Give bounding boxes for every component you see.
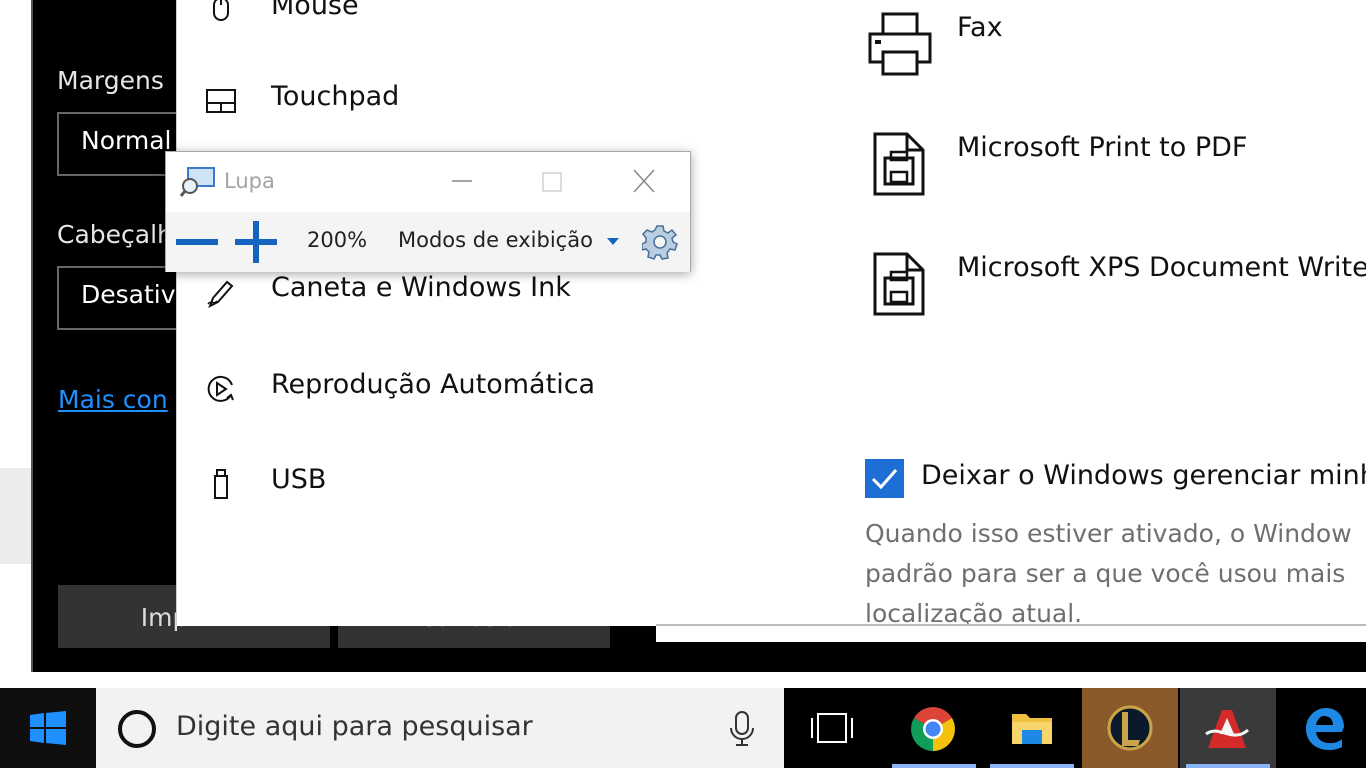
touchpad-icon xyxy=(206,89,236,113)
manage-default-printer-label: Deixar o Windows gerenciar minh xyxy=(921,460,1366,491)
printer-item-xps[interactable]: Microsoft XPS Document Write xyxy=(867,248,1366,328)
printer-icon xyxy=(873,132,925,196)
start-button[interactable] xyxy=(0,688,96,768)
description-text: localização atual. xyxy=(865,599,1083,626)
nav-item-mouse[interactable]: Mouse xyxy=(177,0,777,28)
header-label: Cabeçalh xyxy=(57,220,173,249)
task-view-button[interactable] xyxy=(784,688,880,768)
nav-item-autoplay[interactable]: Reprodução Automática xyxy=(177,367,777,407)
taskbar-app-file-explorer[interactable] xyxy=(984,688,1080,768)
printer-label: Microsoft Print to PDF xyxy=(957,132,1248,163)
running-indicator xyxy=(892,764,976,768)
settings-window: Mouse Touchpad Caneta e Windows Ink Repr… xyxy=(176,0,1366,626)
league-of-legends-icon xyxy=(1107,705,1153,751)
magnifier-titlebar[interactable]: Lupa xyxy=(166,152,690,212)
maximize-button[interactable] xyxy=(532,164,572,200)
description-text: padrão para ser a que você usou mais xyxy=(865,559,1346,588)
search-placeholder: Digite aqui para pesquisar xyxy=(176,711,533,742)
nav-item-pen[interactable]: Caneta e Windows Ink xyxy=(177,270,777,310)
zoom-out-button[interactable] xyxy=(174,222,220,262)
zoom-in-button[interactable] xyxy=(232,218,280,266)
description-text: Quando isso estiver ativado, o Window xyxy=(865,519,1352,548)
autoplay-icon xyxy=(207,375,234,402)
settings-button[interactable] xyxy=(641,224,678,260)
nav-item-label: USB xyxy=(271,464,327,495)
printer-item-pdf[interactable]: Microsoft Print to PDF xyxy=(867,128,1366,208)
minimize-icon xyxy=(452,180,472,182)
nav-item-label: Touchpad xyxy=(271,81,400,112)
task-view-icon xyxy=(811,713,853,743)
views-dropdown-label: Modos de exibição xyxy=(398,228,593,252)
mouse-icon xyxy=(213,0,229,21)
file-explorer-icon xyxy=(1012,714,1052,744)
nav-item-label: Caneta e Windows Ink xyxy=(271,272,571,303)
adobe-acrobat-icon xyxy=(1205,710,1249,748)
views-dropdown[interactable]: Modos de exibição xyxy=(398,228,620,252)
chrome-icon xyxy=(911,707,955,751)
window-edge xyxy=(656,624,1366,642)
more-settings-link[interactable]: Mais con xyxy=(58,385,168,414)
printer-item-fax[interactable]: Fax xyxy=(867,8,1366,88)
manage-default-printer-checkbox[interactable] xyxy=(865,459,904,498)
microphone-icon[interactable] xyxy=(728,710,756,748)
fax-printer-icon xyxy=(868,12,932,76)
magnifier-window: Lupa 200% Modos de exibição xyxy=(165,151,691,272)
running-indicator xyxy=(990,764,1074,768)
printer-label: Fax xyxy=(957,12,1003,43)
running-indicator xyxy=(1186,764,1270,768)
usb-icon xyxy=(214,469,228,499)
magnifier-toolbar: 200% Modos de exibição xyxy=(166,212,690,272)
nav-item-label: Reprodução Automática xyxy=(271,369,596,400)
printer-icon xyxy=(873,252,925,316)
maximize-icon xyxy=(542,172,562,192)
cortana-icon xyxy=(118,710,156,748)
close-button[interactable] xyxy=(624,164,664,200)
nav-item-usb[interactable]: USB xyxy=(177,462,777,502)
windows-logo-icon xyxy=(30,711,66,745)
taskbar-app-edge[interactable] xyxy=(1278,688,1366,768)
taskbar: Digite aqui para pesquisar xyxy=(0,688,1366,768)
taskbar-app-acrobat[interactable] xyxy=(1180,688,1276,768)
plus-icon xyxy=(235,221,277,263)
checkmark-icon xyxy=(871,469,898,490)
desktop-background xyxy=(0,468,32,564)
taskbar-app-league-of-legends[interactable] xyxy=(1082,688,1178,768)
magnifier-app-icon xyxy=(180,167,215,197)
minus-icon xyxy=(176,239,218,245)
taskbar-app-chrome[interactable] xyxy=(886,688,982,768)
margins-label: Margens xyxy=(57,66,164,95)
nav-item-touchpad[interactable]: Touchpad xyxy=(177,79,777,119)
edge-icon xyxy=(1306,708,1344,750)
gear-icon xyxy=(641,225,678,260)
header-select-value: Desativ xyxy=(81,280,176,309)
taskbar-search-box[interactable]: Digite aqui para pesquisar xyxy=(96,688,784,768)
zoom-level: 200% xyxy=(307,228,368,252)
magnifier-title: Lupa xyxy=(224,169,275,193)
chevron-down-icon xyxy=(606,238,619,245)
nav-item-label: Mouse xyxy=(271,0,359,21)
margins-select-value: Normal xyxy=(81,126,172,155)
printer-label: Microsoft XPS Document Write xyxy=(957,252,1366,283)
close-icon xyxy=(633,169,655,193)
minimize-button[interactable] xyxy=(442,164,482,200)
pen-icon xyxy=(207,280,234,308)
